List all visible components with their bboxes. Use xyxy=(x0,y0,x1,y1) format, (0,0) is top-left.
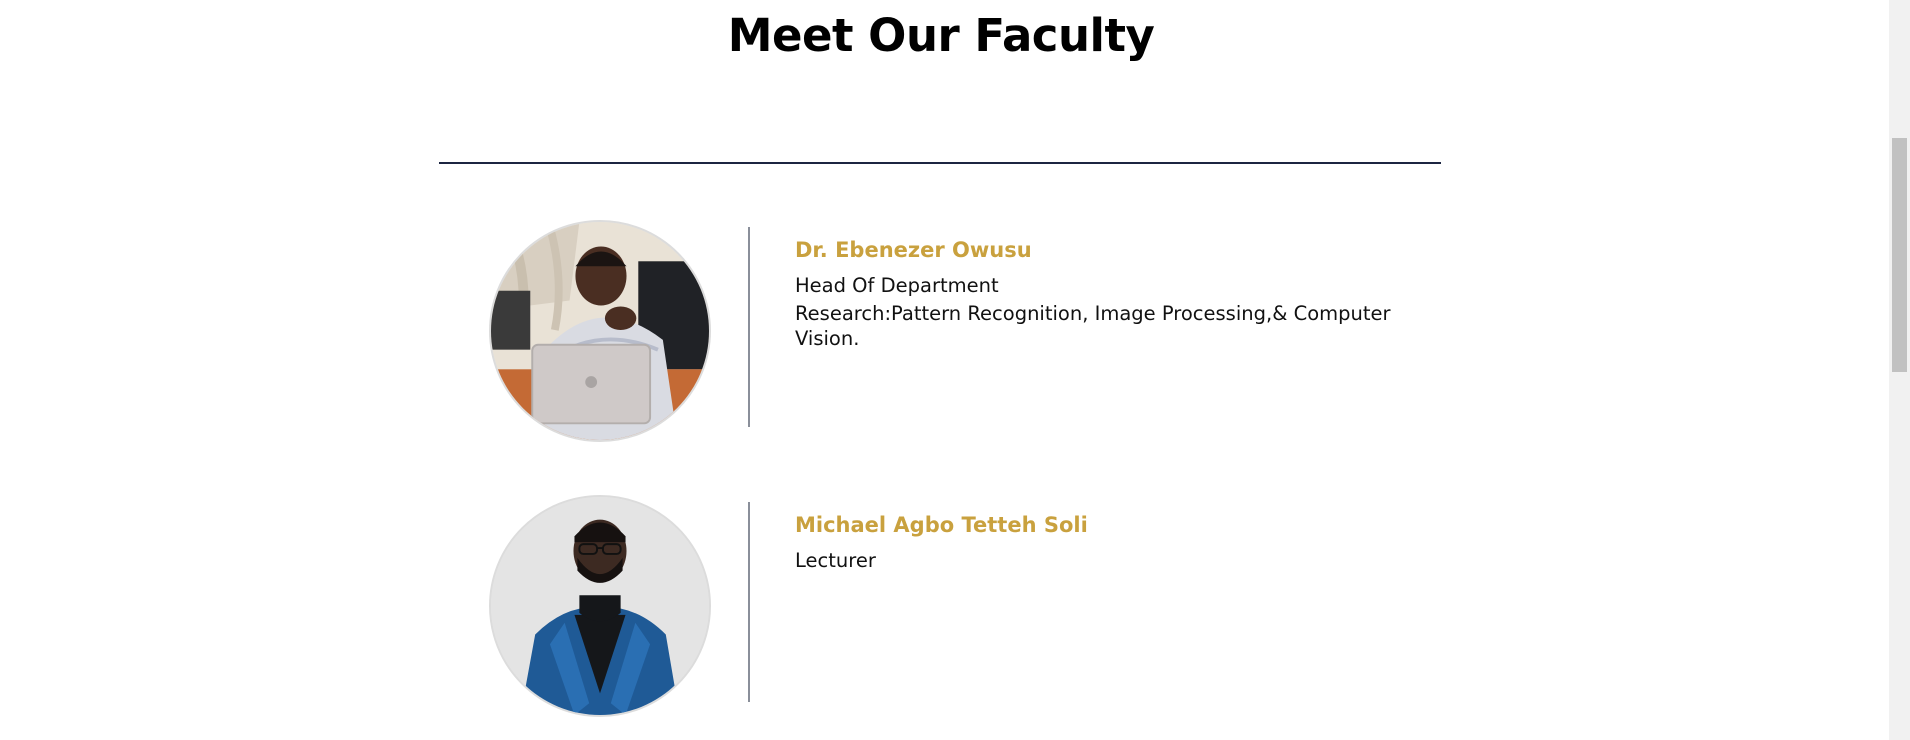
portrait-photo-icon xyxy=(491,497,709,715)
card-separator xyxy=(748,502,750,702)
faculty-page: Meet Our Faculty Dr. Ebenezer Owusu Head… xyxy=(0,0,1910,740)
page-title: Meet Our Faculty xyxy=(727,9,1155,62)
portrait-photo-icon xyxy=(491,222,709,440)
faculty-name: Dr. Ebenezer Owusu xyxy=(795,238,1032,262)
faculty-research: Research:Pattern Recognition, Image Proc… xyxy=(795,302,1391,350)
faculty-role: Head Of Department xyxy=(795,274,999,297)
faculty-info: Michael Agbo Tetteh Soli Lecturer xyxy=(795,512,1395,573)
faculty-role: Lecturer xyxy=(795,549,876,572)
faculty-card: Michael Agbo Tetteh Soli Lecturer xyxy=(439,487,1441,717)
faculty-info: Dr. Ebenezer Owusu Head Of Department Re… xyxy=(795,237,1395,351)
faculty-photo-soli xyxy=(489,495,711,717)
faculty-name: Michael Agbo Tetteh Soli xyxy=(795,513,1088,537)
section-divider xyxy=(439,162,1441,164)
vertical-scrollbar[interactable] xyxy=(1889,0,1910,740)
scrollbar-thumb[interactable] xyxy=(1892,138,1907,372)
faculty-card: Dr. Ebenezer Owusu Head Of Department Re… xyxy=(439,212,1441,442)
faculty-photo-owusu xyxy=(489,220,711,442)
card-separator xyxy=(748,227,750,427)
